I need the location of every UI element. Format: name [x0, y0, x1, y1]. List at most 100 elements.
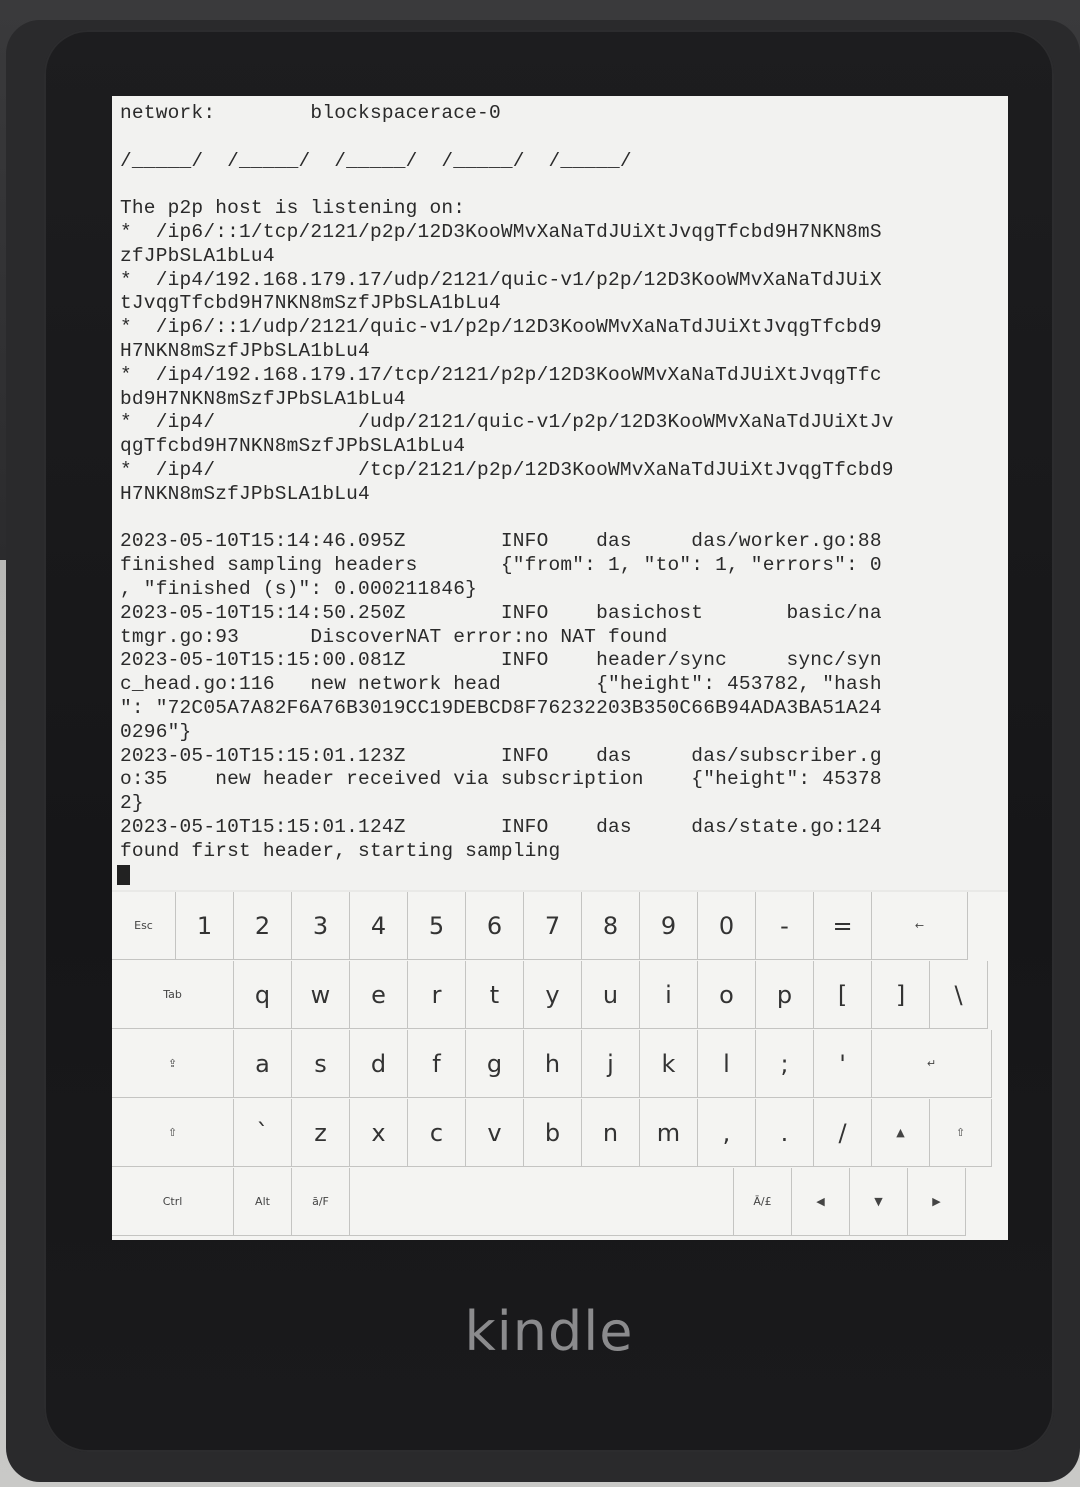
key-4[interactable]: 4 — [350, 892, 408, 960]
key-esc[interactable]: Esc — [112, 892, 176, 960]
key-y[interactable]: y — [524, 961, 582, 1029]
key-space[interactable] — [350, 1168, 734, 1236]
key-enter[interactable]: ↵ — [872, 1030, 992, 1098]
terminal-line: /_____/ /_____/ /_____/ /_____/ /_____/ — [120, 149, 632, 172]
terminal-line: * /ip4/ /udp/2121/quic-v1/p2p/12D3KooWMv… — [120, 411, 894, 434]
key-c[interactable]: c — [408, 1099, 466, 1167]
key-shift-right[interactable]: ⇧ — [930, 1099, 992, 1167]
terminal-line: c_head.go:116 new network head {"height"… — [120, 673, 882, 696]
key-g[interactable]: g — [466, 1030, 524, 1098]
key-arrow-down[interactable]: ▼ — [850, 1168, 908, 1236]
terminal-text: network: blockspacerace-0 /_____/ /_____… — [112, 96, 1008, 864]
key-u[interactable]: u — [582, 961, 640, 1029]
terminal-line: 2} — [120, 792, 144, 815]
key-r[interactable]: r — [408, 961, 466, 1029]
key-capslock[interactable]: ⇪ — [112, 1030, 234, 1098]
key-backspace[interactable]: ← — [872, 892, 968, 960]
key-backtick[interactable]: ` — [234, 1099, 292, 1167]
key-alt[interactable]: Alt — [234, 1168, 292, 1236]
key-k[interactable]: k — [640, 1030, 698, 1098]
key-quote[interactable]: ' — [814, 1030, 872, 1098]
keyboard-row: ⇧ ` z x c v b n m,. / ▲ ⇧ — [112, 1099, 1008, 1167]
terminal-line: qgTfcbd9H7NKN8mSzfJPbSLA1bLu4 — [120, 435, 466, 458]
key-i[interactable]: i — [640, 961, 698, 1029]
terminal-cursor — [117, 865, 130, 885]
terminal-line: 2023-05-10T15:15:01.123Z INFO das das/su… — [120, 744, 882, 767]
key-q[interactable]: q — [234, 961, 292, 1029]
terminal-line: ": "72C05A7A82F6A76B3019CC19DEBCD8F76232… — [120, 696, 882, 719]
key-arrow-right[interactable]: ▶ — [908, 1168, 966, 1236]
terminal-line: 2023-05-10T15:14:46.095Z INFO das das/wo… — [120, 530, 882, 553]
terminal-line: finished sampling headers {"from": 1, "t… — [120, 554, 882, 577]
key-s[interactable]: s — [292, 1030, 350, 1098]
key-3[interactable]: 3 — [292, 892, 350, 960]
terminal-line: 2023-05-10T15:14:50.250Z INFO basichost … — [120, 601, 882, 624]
key-minus[interactable]: - — [756, 892, 814, 960]
key-comma[interactable]: , — [698, 1099, 756, 1167]
key-o[interactable]: o — [698, 961, 756, 1029]
terminal-line: * /ip6/::1/tcp/2121/p2p/12D3KooWMvXaNaTd… — [120, 220, 882, 243]
terminal-line: 2023-05-10T15:15:00.081Z INFO header/syn… — [120, 649, 882, 672]
key-6[interactable]: 6 — [466, 892, 524, 960]
key-2[interactable]: 2 — [234, 892, 292, 960]
terminal-line: , "finished (s)": 0.000211846} — [120, 577, 478, 600]
key-tab[interactable]: Tab — [112, 961, 234, 1029]
key-9[interactable]: 9 — [640, 892, 698, 960]
key-v[interactable]: v — [466, 1099, 524, 1167]
terminal-line: The p2p host is listening on: — [120, 197, 466, 220]
key-fn[interactable]: ā/F — [292, 1168, 350, 1236]
terminal-line: 2023-05-10T15:15:01.124Z INFO das das/st… — [120, 815, 882, 838]
terminal-line: * /ip4/192.168.179.17/udp/2121/quic-v1/p… — [120, 268, 882, 291]
key-m[interactable]: m — [640, 1099, 698, 1167]
key-j[interactable]: j — [582, 1030, 640, 1098]
terminal-line: H7NKN8mSzfJPbSLA1bLu4 — [120, 339, 370, 362]
key-left-bracket[interactable]: [ — [814, 961, 872, 1029]
key-0[interactable]: 0 — [698, 892, 756, 960]
key-e[interactable]: e — [350, 961, 408, 1029]
key-semicolon[interactable]: ; — [756, 1030, 814, 1098]
key-p[interactable]: p — [756, 961, 814, 1029]
key-a[interactable]: a — [234, 1030, 292, 1098]
terminal-line: * /ip6/::1/udp/2121/quic-v1/p2p/12D3KooW… — [120, 316, 882, 339]
terminal-line: H7NKN8mSzfJPbSLA1bLu4 — [120, 482, 370, 505]
terminal-line: * /ip4/ /tcp/2121/p2p/12D3KooWMvXaNaTdJU… — [120, 458, 894, 481]
key-ctrl[interactable]: Ctrl — [112, 1168, 234, 1236]
key-x[interactable]: x — [350, 1099, 408, 1167]
terminal-output[interactable]: network: blockspacerace-0 /_____/ /_____… — [112, 96, 1008, 890]
terminal-line: 0296"} — [120, 720, 192, 743]
key-n[interactable]: n — [582, 1099, 640, 1167]
key-f[interactable]: f — [408, 1030, 466, 1098]
key-d[interactable]: d — [350, 1030, 408, 1098]
terminal-line: * /ip4/192.168.179.17/tcp/2121/p2p/12D3K… — [120, 363, 882, 386]
key-right-bracket[interactable]: ] — [872, 961, 930, 1029]
key-arrow-left[interactable]: ◀ — [792, 1168, 850, 1236]
terminal-line: tmgr.go:93 DiscoverNAT error:no NAT foun… — [120, 625, 668, 648]
terminal-line: zfJPbSLA1bLu4 — [120, 244, 275, 267]
key-backslash[interactable]: \ — [930, 961, 988, 1029]
key-t[interactable]: t — [466, 961, 524, 1029]
key-l[interactable]: l — [698, 1030, 756, 1098]
terminal-line: tJvqgTfcbd9H7NKN8mSzfJPbSLA1bLu4 — [120, 292, 501, 315]
terminal-line: bd9H7NKN8mSzfJPbSLA1bLu4 — [120, 387, 406, 410]
key-equals[interactable]: = — [814, 892, 872, 960]
brand-logo: kindle — [464, 1300, 634, 1363]
on-screen-keyboard: Esc 1 2 3 4 5 6 7 8 9 0- = ← Tab q w e r t y u i o p[] \ ⇪ a s d f g h j… — [112, 892, 1008, 1240]
key-z[interactable]: z — [292, 1099, 350, 1167]
key-period[interactable]: . — [756, 1099, 814, 1167]
key-1[interactable]: 1 — [176, 892, 234, 960]
keyboard-row: Ctrl Alt ā/F Ā/£ ◀ ▼ ▶ — [112, 1168, 1008, 1236]
key-symbols[interactable]: Ā/£ — [734, 1168, 792, 1236]
key-arrow-up[interactable]: ▲ — [872, 1099, 930, 1167]
key-w[interactable]: w — [292, 961, 350, 1029]
key-5[interactable]: 5 — [408, 892, 466, 960]
key-b[interactable]: b — [524, 1099, 582, 1167]
key-8[interactable]: 8 — [582, 892, 640, 960]
key-shift-left[interactable]: ⇧ — [112, 1099, 234, 1167]
key-7[interactable]: 7 — [524, 892, 582, 960]
keyboard-row: Tab q w e r t y u i o p[] \ — [112, 961, 1008, 1029]
terminal-line: o:35 new header received via subscriptio… — [120, 768, 882, 791]
terminal-line: network: blockspacerace-0 — [120, 102, 501, 124]
key-slash[interactable]: / — [814, 1099, 872, 1167]
e-ink-screen: network: blockspacerace-0 /_____/ /_____… — [112, 96, 1008, 1240]
key-h[interactable]: h — [524, 1030, 582, 1098]
